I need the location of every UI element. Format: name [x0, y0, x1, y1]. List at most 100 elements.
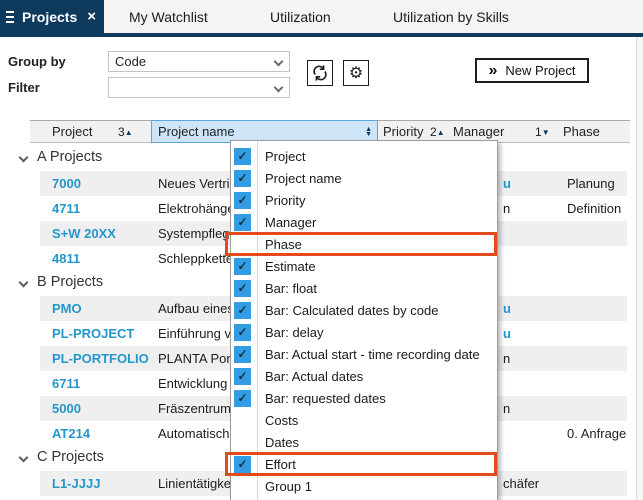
- filter-label: Filter: [8, 80, 40, 95]
- checkbox-checked-icon: ✓: [234, 170, 251, 187]
- project-code-link[interactable]: 6711: [52, 376, 80, 391]
- checkbox-checked-icon: ✓: [234, 346, 251, 363]
- group-label: A Projects: [37, 149, 102, 165]
- project-code-link[interactable]: 5000: [52, 401, 81, 416]
- menu-item[interactable]: ✓Bar: float: [231, 277, 497, 299]
- project-code-link[interactable]: AT214: [52, 426, 90, 441]
- chevron-down-icon: [274, 57, 284, 67]
- tab-my-watchlist[interactable]: My Watchlist: [129, 0, 208, 33]
- project-code-link[interactable]: PMO: [52, 301, 82, 316]
- menu-item[interactable]: Group 1: [231, 475, 497, 497]
- menu-item-label: Group 1: [265, 479, 312, 494]
- checkbox-unchecked: [234, 434, 251, 451]
- menu-item[interactable]: ✓Priority: [231, 189, 497, 211]
- checkbox-checked-icon: ✓: [234, 456, 251, 473]
- checkbox-checked-icon: ✓: [234, 390, 251, 407]
- tab-utilization[interactable]: Utilization: [270, 0, 331, 33]
- project-code-link[interactable]: 4711: [52, 201, 80, 216]
- checkbox-checked-icon: ✓: [234, 214, 251, 231]
- project-name: Systempflege: [158, 226, 237, 241]
- menu-item-label: Bar: Calculated dates by code: [265, 303, 438, 318]
- group-label: C Projects: [37, 449, 104, 465]
- manager-name-fragment: n: [503, 351, 510, 366]
- menu-item[interactable]: ✓ Bar: Actual dates: [231, 365, 497, 387]
- menu-item-label: Costs: [265, 413, 298, 428]
- chevron-down-icon[interactable]: [19, 278, 29, 288]
- checkbox-unchecked: [234, 478, 251, 495]
- tab-projects-label: Projects: [22, 9, 77, 25]
- menu-item-label: Bar: float: [265, 281, 317, 296]
- group-by-label: Group by: [8, 54, 66, 69]
- app-window: Projects × My Watchlist Utilization Util…: [0, 0, 643, 500]
- manager-name-fragment: n: [503, 401, 510, 416]
- menu-item-label: Bar: Actual dates: [265, 369, 363, 384]
- project-code-link[interactable]: PL-PROJECT: [52, 326, 134, 341]
- checkbox-checked-icon: ✓: [234, 148, 251, 165]
- menu-item[interactable]: Phase: [231, 233, 497, 255]
- column-header-priority[interactable]: Priority: [383, 124, 423, 139]
- group-by-value: Code: [115, 54, 146, 69]
- chevron-down-icon[interactable]: [19, 453, 29, 463]
- menu-item-label: Bar: requested dates: [265, 391, 386, 406]
- menu-item[interactable]: ✓Estimate: [231, 255, 497, 277]
- checkbox-checked-icon: ✓: [234, 192, 251, 209]
- checkbox-unchecked: [234, 236, 251, 253]
- manager-name-fragment: chäfer: [503, 476, 539, 491]
- project-code-link[interactable]: L1-JJJJ: [52, 476, 100, 491]
- menu-item[interactable]: ✓ Effort: [231, 453, 497, 475]
- manager-name-fragment: u: [503, 301, 511, 316]
- group-by-select[interactable]: Code: [108, 51, 290, 72]
- menu-item-label: Effort: [265, 457, 296, 472]
- menu-item[interactable]: Dates: [231, 431, 497, 453]
- sort-indicator-priority: 2▲: [430, 125, 445, 139]
- group-label: B Projects: [37, 274, 103, 290]
- menu-item[interactable]: ✓Project name: [231, 167, 497, 189]
- manager-name-fragment: u: [503, 326, 511, 341]
- menu-item-label: Bar: delay: [265, 325, 324, 340]
- phase-value: 0. Anfrage: [567, 426, 626, 441]
- project-code-link[interactable]: 7000: [52, 176, 81, 191]
- menu-item[interactable]: ✓ Bar: Calculated dates by code: [231, 299, 497, 321]
- checkbox-checked-icon: ✓: [234, 302, 251, 319]
- tab-projects[interactable]: Projects ×: [0, 0, 104, 37]
- tab-utilization-by-skills[interactable]: Utilization by Skills: [393, 0, 509, 33]
- sort-indicator-project: 3▲: [118, 125, 133, 139]
- manager-name-fragment: u: [503, 176, 511, 191]
- checkbox-checked-icon: ✓: [234, 368, 251, 385]
- hamburger-menu-icon[interactable]: [6, 11, 14, 23]
- project-name: Schleppketten: [158, 251, 240, 266]
- refresh-icon: [311, 64, 329, 82]
- sort-indicator-manager: 1▼: [535, 125, 550, 139]
- menu-item-label: Project: [265, 149, 305, 164]
- menu-item[interactable]: ✓ Bar: Actual start - time recording date: [231, 343, 497, 365]
- chevron-down-icon[interactable]: [19, 153, 29, 163]
- menu-item[interactable]: Costs: [231, 409, 497, 431]
- column-header-phase[interactable]: Phase: [563, 124, 600, 139]
- project-code-link[interactable]: PL-PORTFOLIO: [52, 351, 149, 366]
- checkbox-checked-icon: ✓: [234, 324, 251, 341]
- project-name: Linientätigkeit: [158, 476, 238, 491]
- menu-item[interactable]: ✓ Bar: requested dates: [231, 387, 497, 409]
- project-code-link[interactable]: 4811: [52, 251, 80, 266]
- column-header-project[interactable]: Project: [52, 124, 92, 139]
- menu-item-label: Estimate: [265, 259, 316, 274]
- menu-item-label: Phase: [265, 237, 302, 252]
- menu-item[interactable]: ✓ Project: [231, 145, 497, 167]
- sort-updown-icon: ▲▼: [365, 127, 372, 137]
- menu-item-label: Bar: Actual start - time recording date: [265, 347, 480, 362]
- vertical-scrollbar[interactable]: [636, 37, 643, 500]
- project-code-link[interactable]: S+W 20XX: [52, 226, 116, 241]
- settings-button[interactable]: ⚙: [343, 60, 369, 86]
- column-header-manager[interactable]: Manager: [453, 124, 504, 139]
- close-tab-icon[interactable]: ×: [87, 10, 96, 24]
- gear-icon: ⚙: [349, 63, 363, 83]
- filter-select[interactable]: [108, 77, 290, 98]
- menu-item[interactable]: ✓ Bar: delay: [231, 321, 497, 343]
- new-project-button[interactable]: » New Project: [475, 58, 589, 83]
- menu-item[interactable]: ✓ Manager: [231, 211, 497, 233]
- new-project-label: New Project: [505, 63, 575, 78]
- double-chevron-icon: »: [489, 64, 498, 78]
- refresh-button[interactable]: [307, 60, 333, 86]
- menu-item-label: Manager: [265, 215, 316, 230]
- tab-bar: Projects × My Watchlist Utilization Util…: [0, 0, 643, 37]
